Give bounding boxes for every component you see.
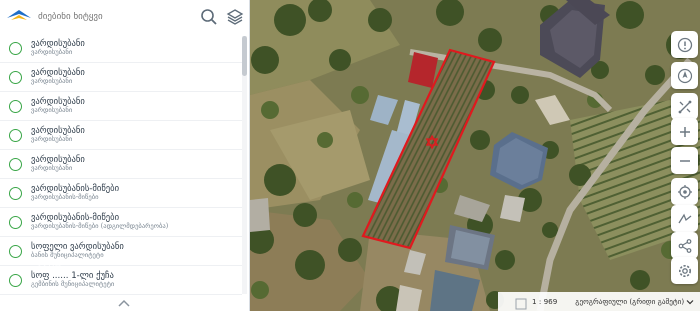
list-item[interactable]: ვარდისუბანი ვარდისუბანი xyxy=(0,150,242,179)
attribution-icon xyxy=(515,295,527,310)
map-view[interactable] xyxy=(250,0,700,311)
zoom-out-button[interactable] xyxy=(671,147,698,174)
radio-icon[interactable] xyxy=(9,186,22,200)
list-item[interactable]: ვარდისუბანის-მიწები ვარდისუბანის-მიწები xyxy=(0,179,242,208)
list-item[interactable]: სოფ ...... 1-ლი ქუჩა გემბინის მუნიციპალიტ… xyxy=(0,266,242,295)
radio-icon[interactable] xyxy=(9,99,22,113)
list-item[interactable]: სოფელი ვარდისუბანი ბანის მუნიციპალიტეტი xyxy=(0,237,242,266)
item-subtitle: ვარდისუბანი xyxy=(31,106,73,115)
list-item[interactable]: ვარდისუბანი ვარდისუბანი xyxy=(0,92,242,121)
radio-icon[interactable] xyxy=(9,41,22,55)
layers-icon[interactable] xyxy=(224,6,246,28)
measure-icon[interactable] xyxy=(671,93,698,120)
item-subtitle: ვარდისუბანის-მიწები (ადგილმდებარეობა) xyxy=(31,222,169,231)
locate-icon[interactable] xyxy=(671,178,698,205)
list-scrollbar[interactable] xyxy=(242,36,247,294)
list-item[interactable]: ვარდისუბანი ვარდისუბანი xyxy=(0,63,242,92)
compass-icon[interactable] xyxy=(671,62,698,89)
item-subtitle: ვარდისუბანის-მიწები xyxy=(31,193,99,202)
chevron-up-icon[interactable] xyxy=(116,294,132,307)
info-icon[interactable] xyxy=(671,31,698,58)
basemap-select[interactable]: გეოგრაფიული (გრიდი გამეტი) xyxy=(575,297,694,306)
item-subtitle: გემბინის მუნიციპალიტეტი xyxy=(31,280,115,289)
radio-icon[interactable] xyxy=(9,273,22,287)
share-icon[interactable] xyxy=(671,232,698,259)
map-statusbar: 1 : 969 გეოგრაფიული (გრიდი გამეტი) xyxy=(498,292,700,311)
radio-icon[interactable] xyxy=(9,157,22,171)
list-item[interactable]: ვარდისუბანი ვარდისუბანი xyxy=(0,121,242,150)
item-subtitle: ბანის მუნიციპალიტეტი xyxy=(31,251,104,260)
item-subtitle: ვარდისუბანი xyxy=(31,135,73,144)
zoom-in-button[interactable] xyxy=(671,118,698,145)
settings-icon[interactable] xyxy=(671,257,698,284)
results-list: ვარდისუბანი ვარდისუბანი ვარდისუბანი ვარდის… xyxy=(0,34,242,296)
search-panel: ვარდისუბანივარდისუბანი ვარდისუბანივარდის… xyxy=(0,0,250,311)
search-bar xyxy=(0,0,250,34)
item-subtitle: ვარდისუბანი xyxy=(31,48,73,57)
radio-icon[interactable] xyxy=(9,70,22,84)
route-icon[interactable] xyxy=(671,205,698,232)
search-input[interactable] xyxy=(38,12,198,22)
radio-icon[interactable] xyxy=(9,215,22,229)
item-subtitle: ვარდისუბანი xyxy=(31,77,73,86)
radio-icon[interactable] xyxy=(9,128,22,142)
chevron-down-icon xyxy=(686,299,694,304)
scale-label: 1 : 969 xyxy=(532,297,558,306)
basemap-label: გეოგრაფიული (გრიდი გამეტი) xyxy=(575,297,685,306)
search-icon[interactable] xyxy=(198,6,220,28)
satellite-imagery xyxy=(250,0,700,311)
list-item[interactable]: ვარდისუბანი ვარდისუბანი xyxy=(0,34,242,63)
radio-icon[interactable] xyxy=(9,244,22,258)
item-subtitle: ვარდისუბანი xyxy=(31,164,73,173)
scroll-thumb[interactable] xyxy=(242,36,247,76)
logo-icon xyxy=(4,0,34,34)
list-item[interactable]: ვარდისუბანის-მიწები ვარდისუბანის-მიწები (… xyxy=(0,208,242,237)
